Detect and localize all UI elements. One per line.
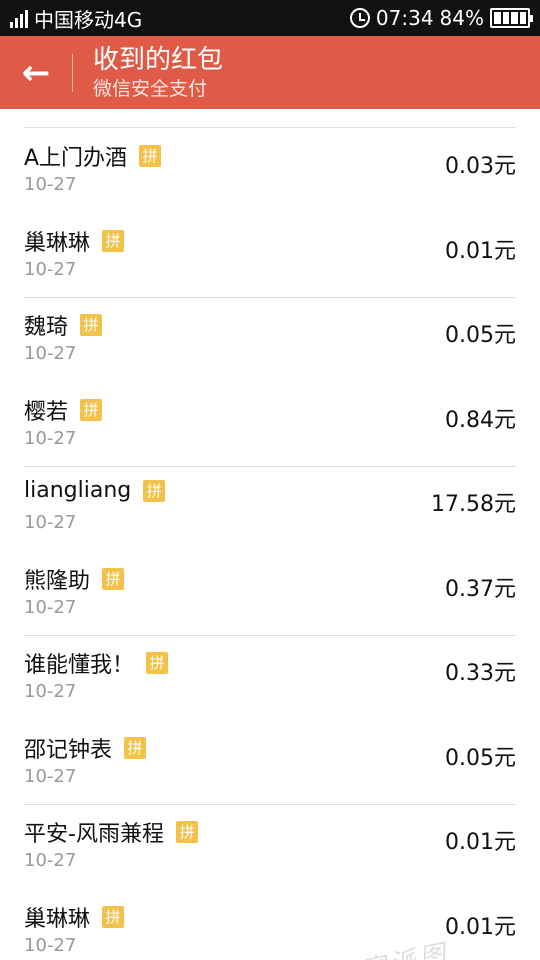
- sender-line: 熊隆助拼: [24, 563, 125, 595]
- amount: 0.05元: [445, 745, 516, 771]
- list-item[interactable]: 邵记钟表拼 10-27 0.05元: [0, 720, 540, 805]
- sender-name: 樱若: [24, 399, 69, 425]
- status-right: 07:34 84%: [349, 6, 533, 30]
- amount: 0.01元: [445, 914, 516, 940]
- group-packet-badge: 拼: [143, 479, 166, 502]
- list-item[interactable]: 熊隆助拼 10-27 0.37元: [0, 551, 540, 636]
- group-packet-badge: 拼: [80, 314, 103, 336]
- sender-line: liangliang 拼: [24, 478, 166, 503]
- alarm-clock-icon: [349, 8, 370, 28]
- row-divider: [24, 297, 516, 298]
- received-date: 10-27: [24, 850, 77, 871]
- carrier-label: 中国移动4G: [34, 7, 143, 32]
- group-packet-badge: 拼: [175, 821, 198, 843]
- sender-line: 魏琦拼: [24, 309, 103, 341]
- sender-name: 巢琳琳: [24, 230, 91, 256]
- list-item[interactable]: 魏琦拼 10-27 0.05元: [0, 297, 540, 382]
- group-packet-badge: 拼: [102, 567, 125, 590]
- received-date: 10-27: [24, 343, 77, 364]
- amount: 0.33元: [445, 661, 516, 686]
- page-subtitle: 微信安全支付: [93, 77, 208, 100]
- page-title: 收到的红包: [93, 44, 224, 75]
- sender-line: 谁能懂我！ 拼: [24, 647, 169, 679]
- amount: 0.03元: [445, 154, 516, 179]
- row-divider: [24, 804, 516, 805]
- amount: 0.84元: [445, 407, 516, 433]
- sender-line: A上门办酒拼: [24, 140, 162, 172]
- amount: 0.05元: [445, 323, 516, 348]
- received-date: 10-27: [24, 174, 77, 195]
- group-packet-badge: 拼: [102, 229, 125, 252]
- amount: 0.37元: [445, 576, 516, 602]
- amount: 17.58元: [431, 492, 516, 517]
- arrow-left-icon: ←: [21, 52, 51, 93]
- sender-line: 巢琳琳拼: [24, 901, 125, 933]
- group-packet-badge: 拼: [124, 736, 147, 759]
- list-item[interactable]: liangliang 拼 10-27 17.58元: [0, 466, 540, 551]
- row-divider: [24, 466, 516, 467]
- sender-name: 魏琦: [24, 315, 69, 340]
- header-titles: 收到的红包 微信安全支付: [73, 44, 223, 102]
- list-item[interactable]: 巢琳琳拼 10-27 0.01元: [0, 889, 540, 960]
- amount: 0.01元: [445, 830, 516, 855]
- red-packet-list[interactable]: A上门办酒拼 10-27 0.03元 巢琳琳拼 10-27 0.01元 魏琦拼 10-27 0.…: [0, 109, 540, 960]
- sender-line: 邵记钟表拼: [24, 732, 147, 764]
- received-date: 10-27: [24, 934, 77, 956]
- received-date: 10-27: [24, 765, 77, 787]
- back-button[interactable]: ←: [0, 36, 72, 109]
- app-header: ← 收到的红包 微信安全支付: [0, 36, 540, 109]
- sender-name: 平安-风雨兼程: [24, 822, 164, 847]
- battery-icon: [490, 8, 533, 28]
- sender-line: 平安-风雨兼程拼: [24, 816, 198, 848]
- sender-line: 巢琳琳拼: [24, 225, 125, 257]
- sender-name: 熊隆助: [24, 568, 91, 594]
- status-time: 07:34: [375, 6, 434, 30]
- sender-name: 谁能懂我！: [24, 653, 135, 678]
- list-item[interactable]: A上门办酒拼 10-27 0.03元: [0, 128, 540, 213]
- group-packet-badge: 拼: [139, 145, 162, 167]
- sender-name: liangliang: [24, 478, 132, 503]
- list-item[interactable]: 樱若拼 10-27 0.84元: [0, 382, 540, 467]
- amount: 0.01元: [445, 238, 516, 264]
- sender-name: A上门办酒: [24, 146, 128, 171]
- list-item[interactable]: 巢琳琳拼 10-27 0.01元: [0, 213, 540, 298]
- group-packet-badge: 拼: [146, 652, 169, 674]
- received-date: 10-27: [24, 596, 77, 618]
- signal-icon: [10, 8, 28, 28]
- sender-name: 邵记钟表: [24, 737, 113, 763]
- group-packet-badge: 拼: [80, 398, 103, 421]
- sender-name: 巢琳琳: [24, 906, 91, 932]
- row-divider: [24, 635, 516, 636]
- status-bar: 中国移动4G 07:34 84%: [0, 0, 540, 36]
- received-date: 10-27: [24, 681, 77, 702]
- received-date: 10-27: [24, 258, 77, 280]
- received-date: 10-27: [24, 512, 77, 533]
- status-left: 中国移动4G: [10, 4, 142, 33]
- list-item[interactable]: 平安-风雨兼程拼 10-27 0.01元: [0, 804, 540, 889]
- battery-percent: 84%: [439, 6, 484, 30]
- list-item[interactable]: 谁能懂我！ 拼 10-27 0.33元: [0, 635, 540, 720]
- group-packet-badge: 拼: [102, 905, 125, 928]
- sender-line: 樱若拼: [24, 394, 103, 426]
- received-date: 10-27: [24, 427, 77, 449]
